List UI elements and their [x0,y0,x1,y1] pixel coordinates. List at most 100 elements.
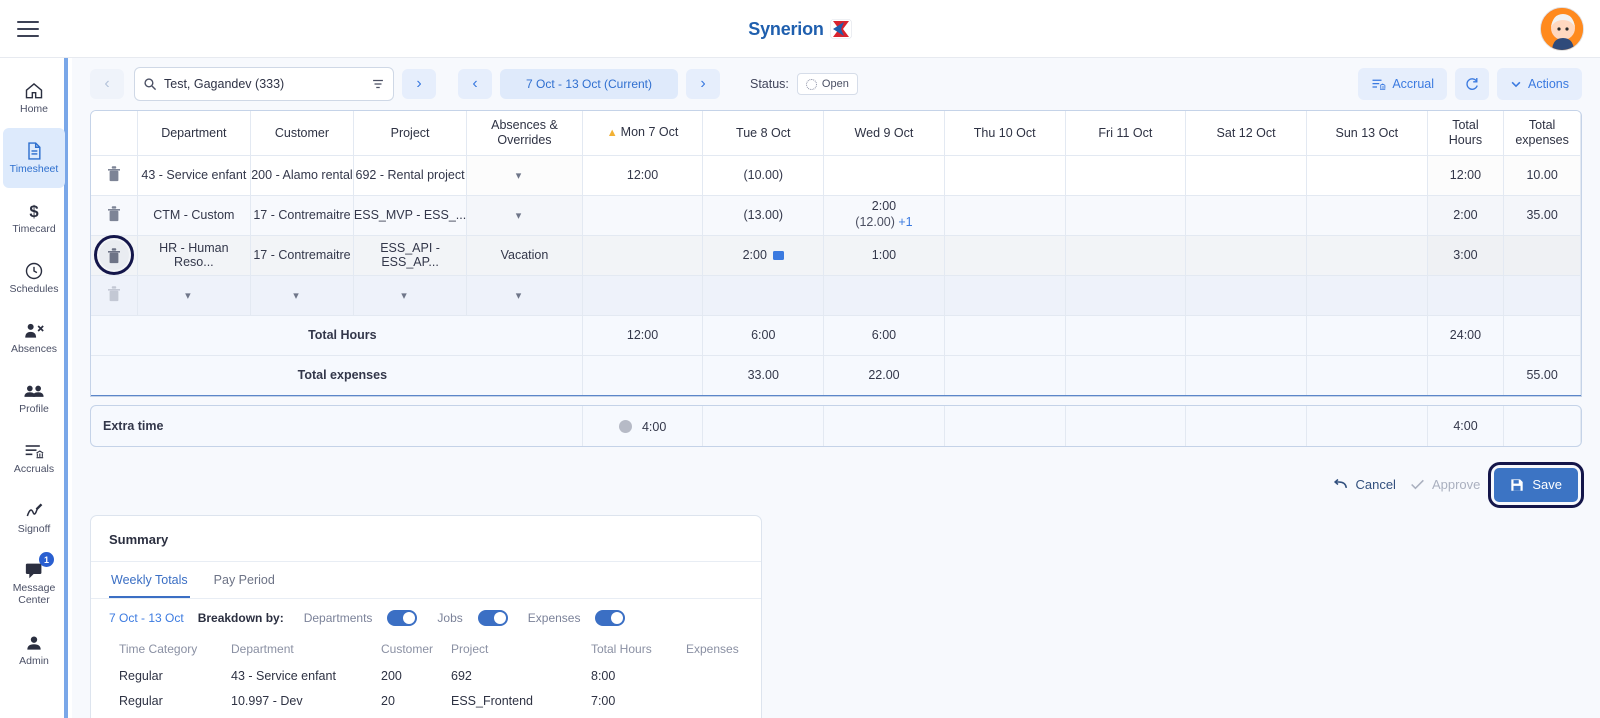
extra-time-mon[interactable]: 4:00 [581,405,704,446]
sidebar-item-signoff[interactable]: Signoff [0,488,68,548]
cell-day-sat[interactable] [1185,195,1307,236]
toggle-departments[interactable] [387,609,418,626]
extra-time-sat[interactable] [1185,405,1307,446]
table-row-new[interactable]: ▾ ▾ ▾ ▾ [91,275,1581,316]
cell-day-fri[interactable] [1065,155,1187,196]
cell-day-sat[interactable] [1185,155,1307,196]
delete-row-cell[interactable] [91,235,138,276]
extra-time-thu[interactable] [944,405,1066,446]
cell-customer[interactable]: 17 - Contremaitre [250,235,354,276]
hamburger-menu-icon[interactable] [0,0,56,58]
extra-time-tue[interactable] [702,405,825,446]
cell-absences-new[interactable]: ▾ [466,275,583,316]
table-row[interactable]: 43 - Service enfant 200 - Alamo rental 6… [91,155,1581,196]
table-row[interactable]: CTM - Custom 17 - Contremaitre ESS_MVP -… [91,195,1581,236]
cell-day-sun[interactable] [1306,235,1428,276]
sidebar-item-schedules[interactable]: Schedules [0,248,68,308]
cell-day-tue[interactable]: (13.00) [702,195,825,236]
delete-icon[interactable] [106,247,122,264]
cell-department[interactable]: HR - Human Reso... [137,235,252,276]
sidebar-item-admin[interactable]: Admin [0,620,68,680]
search-input[interactable] [164,77,364,91]
employee-search-box[interactable] [134,67,394,101]
cell-total-expenses: 35.00 [1503,195,1581,236]
sidebar-item-message-center[interactable]: 1 Message Center [0,548,68,620]
next-employee-button[interactable]: › [402,69,436,99]
next-period-button[interactable]: › [686,69,720,99]
extra-time-wed[interactable] [823,405,945,446]
cell-day-wed[interactable]: 1:00 [823,235,945,276]
cell-absences[interactable]: ▾ [466,155,583,196]
cell-day-fri[interactable] [1065,235,1187,276]
delete-icon[interactable] [106,165,122,182]
toggle-jobs[interactable] [477,609,508,626]
cell-day-fri-new[interactable] [1065,275,1187,316]
cell-day-sun[interactable] [1306,195,1428,236]
cell-day-thu-new[interactable] [944,275,1066,316]
cell-day-thu[interactable] [944,195,1066,236]
cell-absences[interactable]: Vacation [466,235,583,276]
cell-day-thu[interactable] [944,155,1066,196]
cell-day-sun-new[interactable] [1306,275,1428,316]
prev-employee-button[interactable]: ‹ [90,69,124,99]
sidebar-item-timesheet[interactable]: Timesheet [3,128,65,188]
cell-day-sat[interactable] [1185,235,1307,276]
header-day-wed: Wed 9 Oct [823,111,945,156]
summary-row: Regular 43 - Service enfant 200 692 8:00 [91,664,761,689]
refresh-button[interactable] [1455,68,1489,100]
tab-weekly-totals[interactable]: Weekly Totals [109,562,190,598]
cell-day-mon[interactable] [582,195,704,236]
cell-day-wed[interactable]: 2:00 (12.00) +1 [823,195,945,236]
cell-day-tue-new[interactable] [702,275,825,316]
cell-project[interactable]: ESS_API - ESS_AP... [353,235,468,276]
sidebar-item-absences[interactable]: Absences [0,308,68,368]
accrual-button[interactable]: Accrual [1358,68,1447,100]
cell-day-fri[interactable] [1065,195,1187,236]
extra-time-table: Extra time 4:00 4:00 [91,405,1581,446]
actions-button[interactable]: Actions [1497,68,1582,100]
cell-day-mon-new[interactable] [582,275,704,316]
header-customer: Customer [250,111,354,156]
summary-cell-department: 43 - Service enfant [231,669,336,683]
toggle-expenses[interactable] [595,609,626,626]
extra-time-sun[interactable] [1306,405,1428,446]
save-button[interactable]: Save [1494,467,1578,502]
person-remove-icon [25,323,44,338]
sidebar-item-home[interactable]: Home [0,68,68,128]
cell-day-thu[interactable] [944,235,1066,276]
table-row[interactable]: HR - Human Reso... 17 - Contremaitre ESS… [91,235,1581,276]
cell-day-wed-new[interactable] [823,275,945,316]
cell-project[interactable]: ESS_MVP - ESS_... [353,195,468,236]
cell-customer[interactable]: 17 - Contremaitre [250,195,354,236]
prev-period-button[interactable]: ‹ [458,69,492,99]
period-selector[interactable]: 7 Oct - 13 Oct (Current) [500,69,678,99]
cell-day-tue[interactable]: 2:00 [702,235,825,276]
tab-pay-period[interactable]: Pay Period [212,562,277,598]
delete-icon-focused[interactable] [93,235,134,275]
cell-day-wed[interactable] [823,155,945,196]
cell-day-tue[interactable]: (10.00) [702,155,825,196]
cell-day-sun[interactable] [1306,155,1428,196]
delete-row-cell[interactable] [91,195,138,236]
cell-project-new[interactable]: ▾ [353,275,468,316]
cell-department-new[interactable]: ▾ [137,275,252,316]
cell-day-mon[interactable] [582,235,704,276]
delete-row-cell[interactable] [91,155,138,196]
sidebar-item-timecard[interactable]: $ Timecard [0,188,68,248]
summary-title: Summary [91,516,761,562]
cell-customer-new[interactable]: ▾ [250,275,354,316]
delete-icon[interactable] [106,205,122,222]
cell-department[interactable]: 43 - Service enfant [137,155,252,196]
sidebar-item-profile[interactable]: Profile [0,368,68,428]
header-day-sun: Sun 13 Oct [1306,111,1428,156]
cell-project[interactable]: 692 - Rental project [353,155,468,196]
cell-department[interactable]: CTM - Custom [137,195,252,236]
avatar[interactable] [1540,7,1584,51]
cell-day-mon[interactable]: 12:00 [582,155,704,196]
sidebar-item-accruals[interactable]: Accruals [0,428,68,488]
extra-time-fri[interactable] [1065,405,1187,446]
cancel-button[interactable]: Cancel [1333,477,1396,492]
cell-day-sat-new[interactable] [1185,275,1307,316]
cell-absences[interactable]: ▾ [466,195,583,236]
cell-customer[interactable]: 200 - Alamo rental [250,155,354,196]
